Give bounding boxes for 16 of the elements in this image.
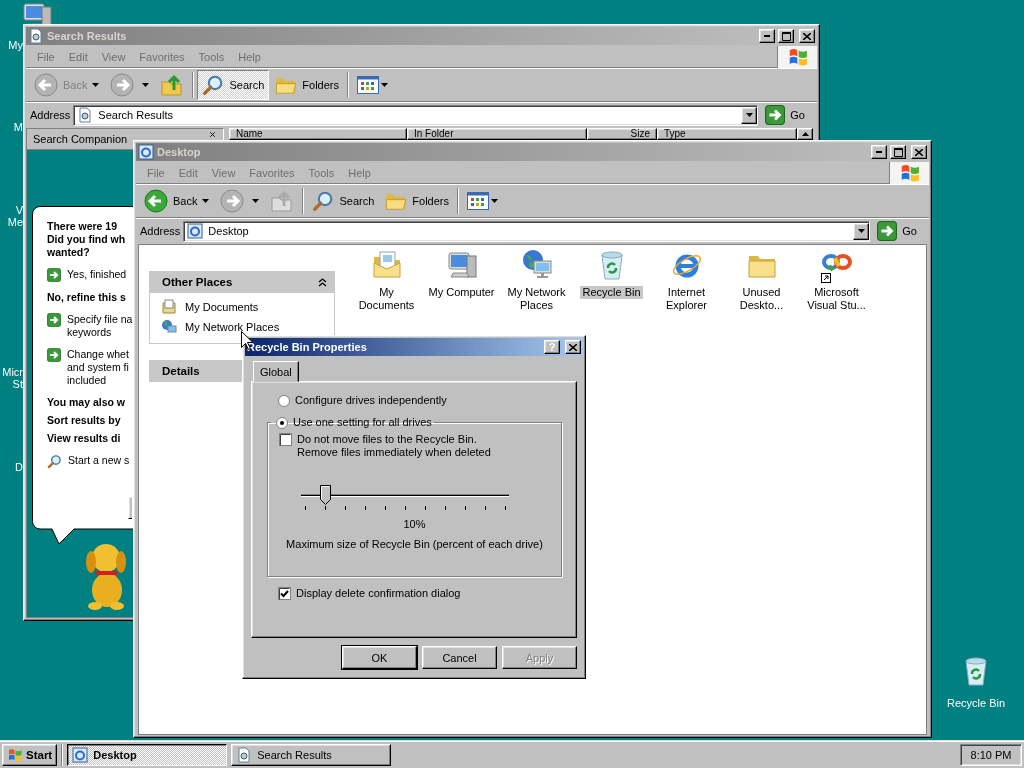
slider-caption: Maximum size of Recycle Bin (percent of each drive)	[285, 538, 544, 550]
balloon-heading: There were 19 Did you find wh wanted?	[47, 220, 126, 259]
option-label: Use one setting for all drives	[293, 416, 432, 429]
option-label: Do not move files to the Recycle Bin. Remove files immediately when deleted	[297, 433, 491, 459]
option-label: Display delete confirmation dialog	[296, 587, 461, 600]
window-title: Desktop	[157, 146, 202, 158]
option-label: Configure drives independently	[295, 394, 447, 407]
balloon-heading: No, refine this s	[47, 291, 126, 304]
pane-title: Search Companion	[33, 133, 128, 145]
address-label: Address	[140, 225, 181, 237]
balloon-heading: You may also w	[47, 396, 125, 409]
clock: 8:10 PM	[960, 743, 1022, 766]
address-label: Address	[30, 109, 71, 121]
slider-reading: 10%	[402, 518, 427, 530]
window-title: Search Results	[47, 30, 128, 42]
window-title: Recycle Bin Properties	[247, 341, 368, 353]
